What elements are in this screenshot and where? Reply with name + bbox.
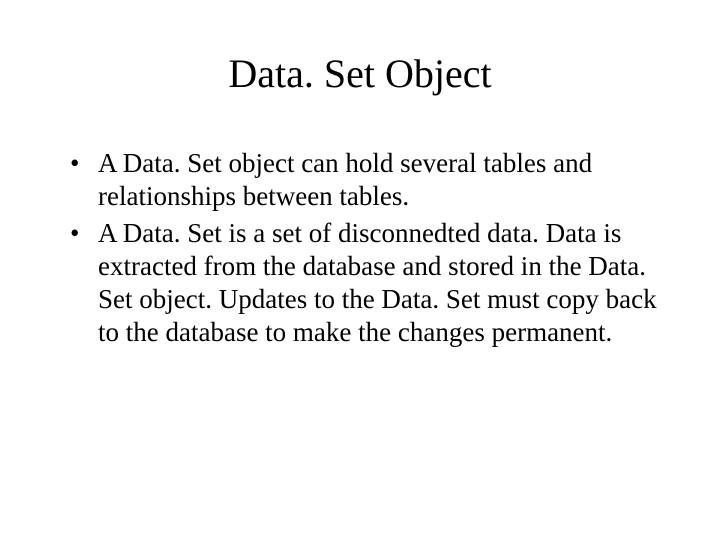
- bullet-item: A Data. Set object can hold several tabl…: [70, 147, 660, 213]
- bullet-list: A Data. Set object can hold several tabl…: [70, 147, 660, 349]
- bullet-item: A Data. Set is a set of disconnedted dat…: [70, 217, 660, 349]
- slide: Data. Set Object A Data. Set object can …: [0, 0, 720, 540]
- slide-title: Data. Set Object: [60, 50, 660, 97]
